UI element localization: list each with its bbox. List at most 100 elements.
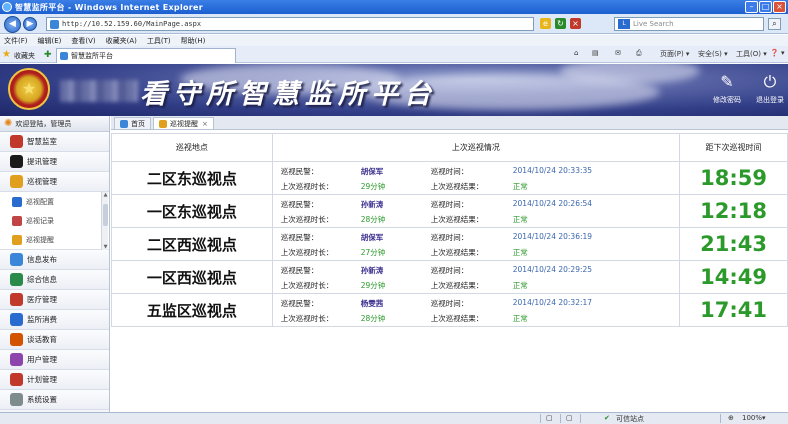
cart-icon	[10, 313, 23, 326]
next-patrol-countdown: 14:49	[679, 260, 788, 294]
time-label: 巡视时间：	[430, 266, 469, 275]
ie-logo-icon	[2, 2, 12, 12]
print-icon[interactable]: ⎙	[636, 49, 642, 58]
time-label: 巡视时间：	[430, 167, 469, 176]
menu-edit[interactable]: 编辑(E)	[38, 36, 62, 46]
zoom-level[interactable]: 100%	[742, 414, 762, 422]
maximize-button[interactable]: □	[759, 1, 772, 13]
menu-tools[interactable]: 工具(T)	[147, 36, 171, 46]
eye-icon	[10, 273, 23, 286]
status-bar: ▢ ▢ ✔ 可信站点 ⊕ 100% ▾	[0, 412, 788, 424]
back-button[interactable]: ◀	[4, 16, 21, 33]
patrol-place: 二区东巡视点	[111, 161, 273, 195]
status-divider	[560, 414, 561, 423]
config-icon	[12, 196, 22, 207]
url-input[interactable]: http://10.52.159.60/MainPage.aspx	[46, 17, 534, 31]
logout-label: 退出登录	[756, 96, 784, 104]
patrol-icon	[10, 175, 23, 188]
minimize-button[interactable]: –	[745, 1, 758, 13]
scroll-up-arrow[interactable]: ▲	[102, 192, 109, 198]
app-banner: ★ 看守所智慧监所平台 ✎ 修改密码 ⏻ 退出登录	[0, 64, 788, 116]
page-menu[interactable]: 页面(P) ▾	[660, 49, 689, 59]
duration-label: 上次巡视时长：	[280, 215, 334, 224]
close-window-button[interactable]: ×	[773, 1, 786, 13]
sidebar-item-label: 监所消费	[27, 315, 57, 324]
page-icon	[50, 19, 59, 29]
scroll-thumb[interactable]	[103, 204, 108, 226]
sidebar-item[interactable]: 综合信息	[0, 270, 109, 290]
refresh-icon[interactable]: ↻	[555, 18, 566, 29]
sidebar-item[interactable]: 系统设置	[0, 390, 109, 410]
sidebar-item[interactable]: 巡视配置	[0, 192, 109, 211]
sidebar-item[interactable]: 计划管理	[0, 370, 109, 390]
forward-button[interactable]: ▶	[23, 17, 37, 31]
table-row: 一区西巡视点 巡视民警： 孙新涛 巡视时间： 2014/10/24 20:29:25 上次…	[111, 260, 788, 294]
favorites-label[interactable]: 收藏夹	[14, 51, 35, 61]
scroll-down-arrow[interactable]: ▼	[102, 244, 109, 250]
tab-page-icon	[60, 52, 68, 60]
last-patrol-info: 巡视民警： 胡保军 巡视时间： 2014/10/24 20:36:19 上次巡视时长： 2…	[271, 227, 681, 261]
tab-home[interactable]: 首页	[114, 117, 151, 129]
alarm-icon	[159, 119, 167, 128]
patrol-time: 2014/10/24 20:36:19	[512, 232, 593, 241]
last-patrol-info: 巡视民警： 孙新涛 巡视时间： 2014/10/24 20:29:25 上次巡视时长： 2…	[271, 260, 681, 294]
tab-patrol-reminder[interactable]: 巡视提醒 ×	[153, 117, 214, 129]
sidebar-item[interactable]: 医疗管理	[0, 290, 109, 310]
tools-menu[interactable]: 工具(O) ▾	[736, 49, 767, 59]
user-icon	[10, 135, 23, 148]
sidebar-item[interactable]: 智慧监室	[0, 132, 109, 152]
submenu-scrollbar[interactable]: ▲ ▼	[101, 192, 108, 250]
patrol-place: 一区东巡视点	[111, 194, 273, 228]
compat-view-icon[interactable]: e	[540, 18, 551, 29]
change-password-button[interactable]: ✎ 修改密码	[705, 73, 749, 105]
sidebar-item[interactable]: 提讯管理	[0, 152, 109, 172]
sidebar-item-label: 综合信息	[27, 275, 57, 284]
users-icon	[10, 353, 23, 366]
search-icon[interactable]: ⌕	[768, 18, 781, 30]
duration-label: 上次巡视时长：	[280, 314, 334, 323]
sidebar-item[interactable]: 用户管理	[0, 350, 109, 370]
browser-tab[interactable]: 智慧监所平台	[56, 48, 236, 63]
header-place: 巡视地点	[111, 133, 273, 162]
add-favorite-icon[interactable]: ✚	[44, 50, 52, 60]
safety-menu[interactable]: 安全(S) ▾	[698, 49, 728, 59]
table-row: 二区西巡视点 巡视民警： 胡保军 巡视时间： 2014/10/24 20:36:19 上次…	[111, 227, 788, 261]
favorites-star-icon[interactable]: ★	[2, 49, 11, 60]
live-search-icon: L	[618, 19, 630, 29]
tab-close-icon[interactable]: ×	[202, 120, 208, 128]
patrol-time: 2014/10/24 20:32:17	[512, 298, 593, 307]
home-cmd-icon[interactable]: ⌂	[574, 49, 578, 57]
patrol-result: 正常	[512, 182, 528, 191]
feeds-icon[interactable]: ▤	[592, 49, 599, 57]
menu-file[interactable]: 文件(F)	[4, 36, 28, 46]
stop-icon[interactable]: ×	[570, 18, 581, 29]
menu-help[interactable]: 帮助(H)	[181, 36, 206, 46]
result-label: 上次巡视结果：	[430, 314, 484, 323]
sidebar-item[interactable]: 监所消费	[0, 310, 109, 330]
time-label: 巡视时间：	[430, 200, 469, 209]
sidebar-item[interactable]: 谈话教育	[0, 330, 109, 350]
search-input[interactable]: L Live Search	[614, 17, 764, 31]
security-zone[interactable]: 可信站点	[616, 414, 644, 424]
result-label: 上次巡视结果：	[430, 182, 484, 191]
status-divider	[540, 414, 541, 423]
sidebar-item[interactable]: 巡视记录	[0, 211, 109, 230]
tab-home-label: 首页	[131, 119, 145, 128]
help-menu[interactable]: ❓ ▾	[770, 49, 784, 57]
menu-favorites[interactable]: 收藏夹(A)	[106, 36, 137, 46]
result-label: 上次巡视结果：	[430, 215, 484, 224]
patrol-duration: 27分钟	[360, 248, 386, 257]
sidebar-item[interactable]: 信息发布	[0, 250, 109, 270]
mail-icon[interactable]: ✉	[615, 49, 621, 57]
logout-button[interactable]: ⏻ 退出登录	[748, 73, 788, 105]
sidebar-item[interactable]: 巡视管理	[0, 172, 109, 192]
page-tabs: 首页 巡视提醒 ×	[111, 116, 788, 130]
patrol-result: 正常	[512, 314, 528, 323]
time-label: 巡视时间：	[430, 299, 469, 308]
zoom-dropdown-icon[interactable]: ▾	[762, 414, 766, 422]
sidebar-item[interactable]: 巡视提醒	[0, 230, 109, 249]
sidebar-item-label: 巡视管理	[27, 177, 57, 186]
status-icon: ▢	[566, 414, 573, 422]
patrol-table: 巡视地点 上次巡视情况 距下次巡视时间 二区东巡视点 巡视民警： 胡保军 巡视时间： 2…	[111, 133, 788, 327]
menu-view[interactable]: 查看(V)	[71, 36, 95, 46]
